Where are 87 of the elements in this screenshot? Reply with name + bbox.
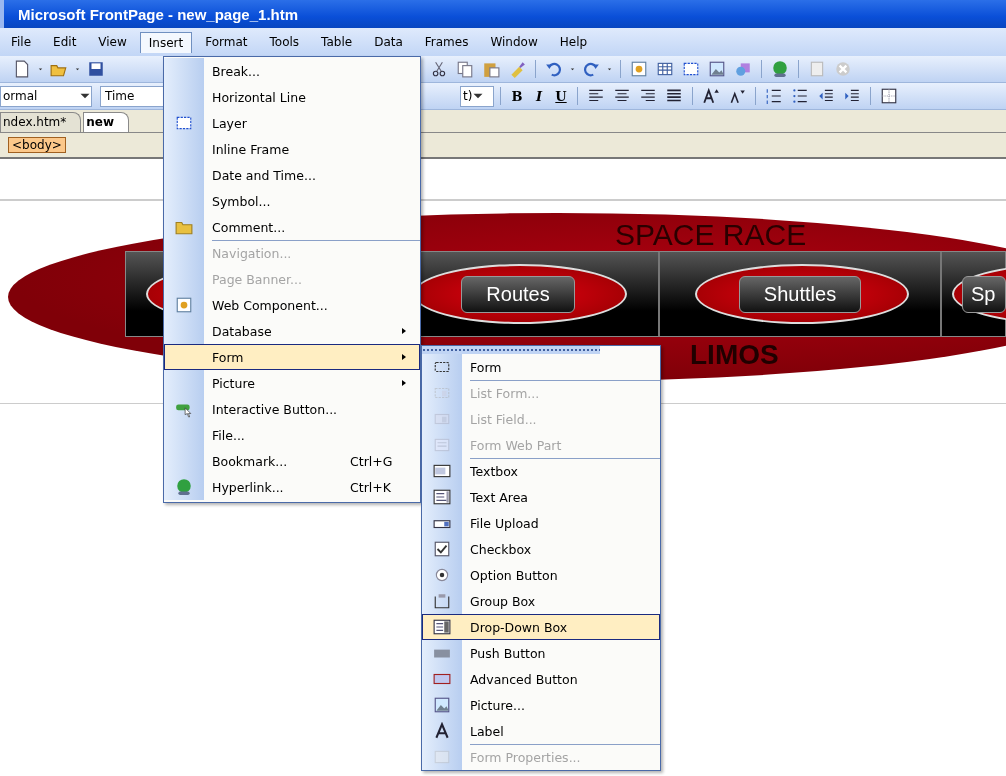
- menu-item[interactable]: File...: [164, 422, 420, 448]
- size-dropdown[interactable]: t): [460, 85, 494, 107]
- menu-item[interactable]: Window: [481, 31, 547, 53]
- underline-button[interactable]: U: [551, 88, 571, 104]
- paste-icon[interactable]: [482, 60, 500, 78]
- submenu-arrow-icon: [400, 353, 408, 361]
- menu-item[interactable]: Advanced Button: [422, 666, 660, 692]
- menu-item[interactable]: Label: [422, 718, 660, 744]
- checkbox-icon: [433, 540, 451, 558]
- document-tab[interactable]: ndex.htm*: [0, 112, 82, 132]
- redo-icon[interactable]: [582, 60, 600, 78]
- menu-item[interactable]: Tools: [260, 31, 309, 53]
- cut-icon[interactable]: [430, 60, 448, 78]
- submenu-arrow-icon: [400, 327, 408, 335]
- banner-title: SPACE RACE: [615, 218, 807, 251]
- menu-item[interactable]: Web Component...: [164, 292, 420, 318]
- component-icon: [175, 296, 193, 314]
- menu-item[interactable]: Comment...: [164, 214, 420, 240]
- menu-item[interactable]: File: [2, 31, 41, 53]
- textbox-icon: [433, 462, 451, 480]
- bullet-list-icon[interactable]: [791, 87, 809, 105]
- menu-item[interactable]: Push Button: [422, 640, 660, 666]
- new-page-icon[interactable]: [13, 60, 31, 78]
- picture-icon: [433, 696, 451, 714]
- undo-icon[interactable]: [545, 60, 563, 78]
- window-title: Microsoft FrontPage - new_page_1.htm: [18, 5, 299, 23]
- menu-item[interactable]: Text Area: [422, 484, 660, 510]
- component-icon[interactable]: [630, 60, 648, 78]
- menu-item[interactable]: Group Box: [422, 588, 660, 614]
- menu-item[interactable]: Insert: [139, 31, 193, 53]
- dropdown-icon: [433, 618, 451, 636]
- drag-handle[interactable]: [422, 346, 600, 354]
- picture-icon[interactable]: [708, 60, 726, 78]
- copy-icon[interactable]: [456, 60, 474, 78]
- menu-item[interactable]: Symbol...: [164, 188, 420, 214]
- radio-icon: [433, 566, 451, 584]
- table-icon[interactable]: [656, 60, 674, 78]
- save-icon[interactable]: [87, 60, 105, 78]
- nav-button[interactable]: Sp: [962, 275, 1006, 313]
- menu-item[interactable]: Layer: [164, 110, 420, 136]
- dashed-frame-icon[interactable]: [682, 60, 700, 78]
- menu-item[interactable]: Picture...: [422, 692, 660, 718]
- banner-subtitle: LIMOS: [690, 339, 779, 370]
- menu-item[interactable]: Checkbox: [422, 536, 660, 562]
- form-properties-icon: [433, 748, 451, 766]
- menu-item[interactable]: File Upload: [422, 510, 660, 536]
- border-icon[interactable]: [880, 87, 898, 105]
- nav-button[interactable]: Routes: [461, 275, 575, 313]
- document-tab[interactable]: new: [83, 112, 130, 132]
- menu-item[interactable]: Hyperlink... Ctrl+K: [164, 474, 420, 500]
- menu-item[interactable]: Interactive Button...: [164, 396, 420, 422]
- submenu-arrow-icon: [400, 379, 408, 387]
- grow-font-icon[interactable]: [702, 87, 720, 105]
- style-dropdown[interactable]: ormal: [0, 85, 92, 107]
- dashed-frame-icon: [175, 114, 193, 132]
- globe-link-icon: [175, 478, 193, 496]
- menu-item[interactable]: Form: [164, 344, 420, 370]
- italic-button[interactable]: I: [529, 88, 549, 104]
- menu-item[interactable]: Bookmark... Ctrl+G: [164, 448, 420, 474]
- menu-item[interactable]: View: [89, 31, 136, 53]
- menu-item[interactable]: Option Button: [422, 562, 660, 588]
- menu-item[interactable]: Database: [164, 318, 420, 344]
- numbered-list-icon[interactable]: [765, 87, 783, 105]
- menu-item[interactable]: Textbox: [422, 458, 660, 484]
- menu-item[interactable]: Break...: [164, 58, 420, 84]
- nav-button[interactable]: Shuttles: [738, 275, 862, 313]
- text-area-icon: [433, 488, 451, 506]
- menu-item[interactable]: Table: [312, 31, 362, 53]
- menu-item[interactable]: Drop-Down Box: [422, 614, 660, 640]
- menu-item[interactable]: Format: [196, 31, 257, 53]
- menu-item[interactable]: Date and Time...: [164, 162, 420, 188]
- menu-item[interactable]: Inline Frame: [164, 136, 420, 162]
- font-dropdown[interactable]: Time: [100, 85, 166, 107]
- globe-link-icon[interactable]: [771, 60, 789, 78]
- menu-item[interactable]: Horizontal Line: [164, 84, 420, 110]
- quick-tag[interactable]: <body>: [8, 137, 66, 153]
- letter-a-icon: [433, 722, 451, 740]
- bold-button[interactable]: B: [507, 88, 527, 104]
- web-part-icon: [433, 436, 451, 454]
- group-box-icon: [433, 592, 451, 610]
- menu-item[interactable]: Picture: [164, 370, 420, 396]
- menu-item[interactable]: Help: [550, 31, 597, 53]
- shrink-font-icon[interactable]: [728, 87, 746, 105]
- menu-item[interactable]: Frames: [415, 31, 478, 53]
- menu-item[interactable]: Form: [422, 354, 660, 380]
- menu-item[interactable]: Data: [365, 31, 412, 53]
- menu-item[interactable]: Edit: [44, 31, 86, 53]
